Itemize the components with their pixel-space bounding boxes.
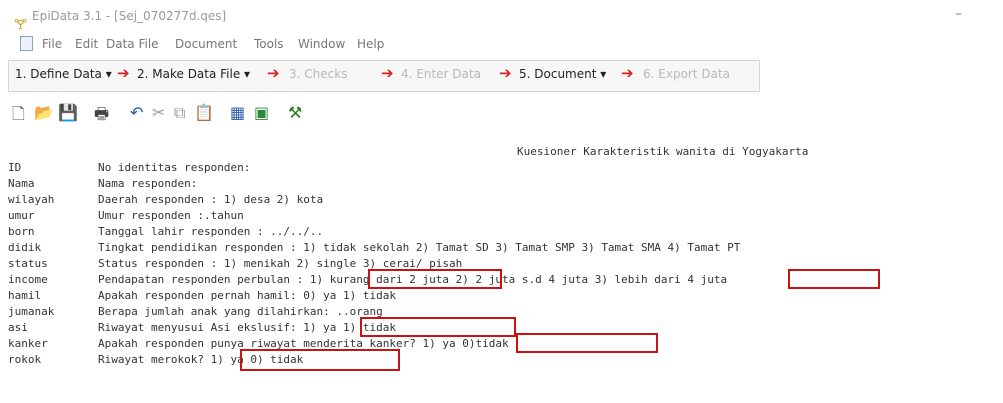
field-label: Riwayat menyusui Asi ekslusif: 1) ya 1) …: [98, 321, 397, 334]
checks-button[interactable]: 3. Checks: [289, 67, 347, 81]
menu-data-file[interactable]: Data File: [106, 37, 159, 51]
menu-tools[interactable]: Tools: [254, 37, 284, 51]
field-name: kanker: [8, 337, 48, 350]
open-folder-icon[interactable]: 📂: [34, 103, 54, 122]
field-label: Nama responden:: [98, 177, 198, 190]
export-data-button[interactable]: 6. Export Data: [643, 67, 730, 81]
field-name: born: [8, 225, 35, 238]
document-button[interactable]: 5. Document ▾: [519, 67, 606, 81]
make-data-file-button[interactable]: 2. Make Data File ▾: [137, 67, 250, 81]
field-name: jumanak: [8, 305, 55, 318]
field-name: income: [8, 273, 48, 286]
field-name: status: [8, 257, 48, 270]
enter-data-button[interactable]: 4. Enter Data: [401, 67, 481, 81]
field-label: Tanggal lahir responden : ../../..: [98, 225, 324, 238]
document-icon: [20, 36, 33, 51]
highlight-box-income-high: [788, 269, 880, 289]
menu-document[interactable]: Document: [175, 37, 237, 51]
questionnaire-heading: Kuesioner Karakteristik wanita di Yogyak…: [517, 145, 809, 158]
workflow-toolbar: 1. Define Data ▾ ➔ 2. Make Data File ▾ ➔…: [8, 60, 760, 92]
menu-window[interactable]: Window: [298, 37, 345, 51]
window-title: EpiData 3.1 - [Sej_070277d.qes]: [32, 9, 227, 23]
define-data-button[interactable]: 1. Define Data ▾: [15, 67, 112, 81]
cut-icon[interactable]: ✂: [152, 103, 165, 122]
arrow-icon: ➔: [621, 64, 634, 82]
questionnaire-editor[interactable]: Kuesioner Karakteristik wanita di Yogyak…: [0, 140, 1003, 403]
print-icon[interactable]: 🖶: [94, 103, 109, 130]
field-name: asi: [8, 321, 28, 334]
field-label: Tingkat pendidikan responden : 1) tidak …: [98, 241, 741, 254]
highlight-box-rokok: [240, 349, 400, 371]
field-name: ID: [8, 161, 22, 174]
arrow-icon: ➔: [381, 64, 394, 82]
title-bar: 🝖 EpiData 3.1 - [Sej_070277d.qes] –: [0, 0, 1003, 33]
field-label: Daerah responden : 1) desa 2) kota: [98, 193, 324, 206]
standard-toolbar: 🗋 📂 💾 🖶 ↶ ✂ ⧉ 📋 ▦ ▣ ⚒: [8, 97, 358, 127]
field-name: umur: [8, 209, 35, 222]
menu-edit[interactable]: Edit: [75, 37, 98, 51]
field-label: Umur responden :.tahun: [98, 209, 244, 222]
arrow-icon: ➔: [499, 64, 512, 82]
menu-bar: File Edit Data File Document Tools Windo…: [0, 34, 1003, 56]
field-name: hamil: [8, 289, 42, 302]
field-name: didik: [8, 241, 42, 254]
field-name: wilayah: [8, 193, 55, 206]
copy-icon[interactable]: ⧉: [174, 103, 185, 123]
arrow-icon: ➔: [117, 64, 130, 82]
menu-file[interactable]: File: [42, 37, 62, 51]
epidata-app-icon[interactable]: 🝖: [14, 8, 27, 37]
highlight-box-income-low: [368, 269, 502, 289]
undo-icon[interactable]: ↶: [130, 103, 143, 122]
preview-icon[interactable]: ▣: [254, 103, 269, 122]
save-icon[interactable]: 💾: [58, 103, 78, 122]
highlight-box-asi: [360, 317, 516, 337]
tool-icon[interactable]: ⚒: [288, 103, 302, 122]
field-label: Berapa jumlah anak yang dilahirkan: ..or…: [98, 305, 383, 318]
field-label: No identitas responden:: [98, 161, 251, 174]
paste-icon[interactable]: 📋: [194, 103, 214, 122]
highlight-box-kanker: [516, 333, 658, 353]
grid-icon[interactable]: ▦: [230, 103, 245, 122]
minimize-icon[interactable]: –: [955, 6, 962, 22]
arrow-icon: ➔: [267, 64, 280, 82]
field-name: Nama: [8, 177, 35, 190]
menu-help[interactable]: Help: [357, 37, 384, 51]
new-file-icon[interactable]: 🗋: [12, 103, 25, 130]
field-label: Apakah responden pernah hamil: 0) ya 1) …: [98, 289, 397, 302]
field-name: rokok: [8, 353, 42, 366]
